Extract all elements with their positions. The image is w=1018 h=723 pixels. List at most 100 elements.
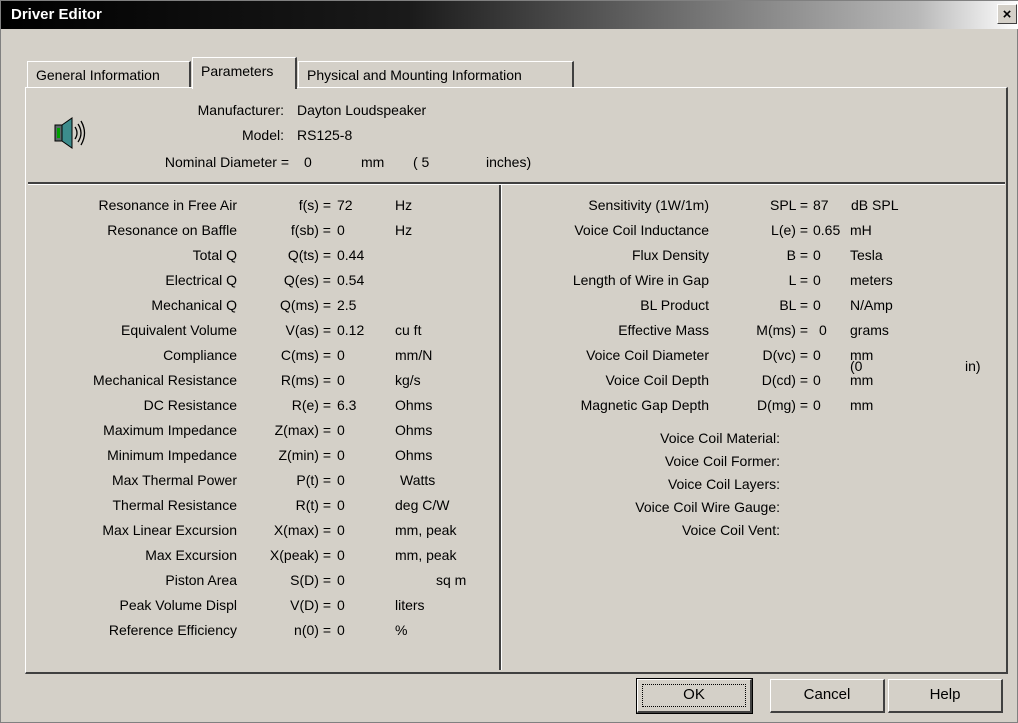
- param-name: Minimum Impedance: [107, 447, 237, 463]
- param-name: Max Thermal Power: [111, 472, 237, 488]
- param-value: 0: [337, 547, 345, 563]
- param-name: Voice Coil Diameter: [586, 347, 709, 363]
- param-unit: mm/N: [395, 347, 433, 363]
- param-value: 87: [813, 197, 829, 213]
- nominal-diameter-value: 0: [304, 154, 312, 170]
- param-symbol: Q(es) =: [283, 272, 331, 288]
- param-symbol: Z(min) =: [278, 447, 332, 463]
- param-symbol: f(sb) =: [290, 222, 331, 238]
- param-symbol: Z(max) =: [274, 422, 331, 438]
- param-unit: Watts: [400, 472, 436, 488]
- param-name: Equivalent Volume: [121, 322, 237, 338]
- param-name: Compliance: [163, 347, 237, 363]
- param-symbol: n(0) =: [294, 622, 331, 638]
- help-button[interactable]: Help: [888, 679, 1003, 713]
- nominal-diameter-inches-unit: inches): [486, 154, 532, 170]
- param-name: Max Linear Excursion: [102, 522, 237, 538]
- close-icon[interactable]: ×: [997, 4, 1017, 24]
- param-name: Mechanical Resistance: [93, 372, 237, 388]
- param-value: 0: [337, 347, 345, 363]
- param-name: Maximum Impedance: [103, 422, 237, 438]
- voice-coil-property-label: Voice Coil Former:: [664, 453, 780, 469]
- param-symbol: D(vc) =: [762, 347, 809, 363]
- param-value: 0.44: [337, 247, 365, 263]
- param-unit: cu ft: [395, 322, 422, 338]
- manufacturer-label: Manufacturer:: [197, 102, 284, 118]
- param-name: Voice Coil Depth: [605, 372, 709, 388]
- param-unit: grams: [850, 322, 889, 338]
- param-name: Peak Volume Displ: [119, 597, 237, 613]
- param-symbol: L =: [788, 272, 808, 288]
- parameters-panel: Manufacturer: Dayton Loudspeaker Model: …: [25, 87, 1008, 674]
- param-name: Effective Mass: [618, 322, 709, 338]
- vc-diameter-inches-value: (0: [850, 358, 863, 374]
- param-value: 0: [813, 347, 821, 363]
- param-unit: mm: [850, 372, 874, 388]
- param-unit: mm, peak: [395, 522, 457, 538]
- window-title: Driver Editor: [11, 6, 102, 23]
- param-symbol: L(e) =: [771, 222, 808, 238]
- param-value: 0.12: [337, 322, 365, 338]
- param-value: 0.54: [337, 272, 365, 288]
- param-value: 0: [813, 272, 821, 288]
- tab-parameters[interactable]: Parameters: [192, 57, 297, 89]
- header-divider: [28, 182, 1005, 185]
- param-symbol: C(ms) =: [280, 347, 331, 363]
- param-symbol: Q(ts) =: [287, 247, 331, 263]
- param-unit: %: [395, 622, 408, 638]
- param-symbol: Q(ms) =: [280, 297, 331, 313]
- param-symbol: M(ms) =: [756, 322, 808, 338]
- param-name: Flux Density: [631, 247, 709, 263]
- param-value: 0: [337, 622, 345, 638]
- title-bar[interactable]: Driver Editor ×: [1, 1, 1018, 29]
- param-unit: Ohms: [395, 422, 433, 438]
- manufacturer-value: Dayton Loudspeaker: [297, 102, 427, 118]
- param-value: 0: [813, 397, 821, 413]
- param-unit: deg C/W: [395, 497, 450, 513]
- param-value: 0: [813, 297, 821, 313]
- param-value: 0.65: [813, 222, 841, 238]
- param-value: 0: [813, 247, 821, 263]
- param-value: 0: [337, 572, 345, 588]
- param-name: Total Q: [192, 247, 237, 263]
- model-value: RS125-8: [297, 127, 353, 143]
- param-symbol: f(s) =: [298, 197, 331, 213]
- voice-coil-property-label: Voice Coil Wire Gauge:: [635, 499, 780, 515]
- tab-physical-and-mounting-information[interactable]: Physical and Mounting Information: [298, 61, 574, 87]
- param-name: Reference Efficiency: [108, 622, 237, 638]
- param-symbol: S(D) =: [290, 572, 331, 588]
- param-unit: Hz: [395, 197, 413, 213]
- param-value: 0: [337, 422, 345, 438]
- param-name: Length of Wire in Gap: [572, 272, 709, 288]
- param-unit: mm: [850, 397, 874, 413]
- param-name: Electrical Q: [165, 272, 237, 288]
- param-symbol: V(as) =: [285, 322, 331, 338]
- nominal-diameter-label: Nominal Diameter =: [164, 154, 289, 170]
- param-unit: N/Amp: [850, 297, 893, 313]
- param-symbol: V(D) =: [290, 597, 331, 613]
- param-value: 0: [337, 522, 345, 538]
- param-symbol: R(e) =: [291, 397, 331, 413]
- ok-button[interactable]: OK: [636, 678, 753, 714]
- param-value: 0: [819, 322, 827, 338]
- param-unit: Tesla: [850, 247, 883, 263]
- param-name: Max Excursion: [145, 547, 237, 563]
- tab-general-information[interactable]: General Information: [27, 61, 191, 87]
- param-value: 0: [337, 472, 345, 488]
- param-value: 72: [337, 197, 353, 213]
- param-value: 0: [337, 597, 345, 613]
- param-name: Resonance on Baffle: [107, 222, 237, 238]
- param-unit: mm, peak: [395, 547, 457, 563]
- param-unit: dB SPL: [851, 197, 899, 213]
- param-unit: Hz: [395, 222, 413, 238]
- param-name: Voice Coil Inductance: [574, 222, 709, 238]
- param-value: 0: [337, 447, 345, 463]
- param-symbol: D(mg) =: [757, 397, 808, 413]
- cancel-button[interactable]: Cancel: [770, 679, 885, 713]
- param-unit: liters: [395, 597, 425, 613]
- voice-coil-property-label: Voice Coil Material:: [660, 430, 780, 446]
- param-symbol: P(t) =: [296, 472, 331, 488]
- param-name: Mechanical Q: [151, 297, 237, 313]
- param-unit: kg/s: [395, 372, 421, 388]
- param-value: 6.3: [337, 397, 357, 413]
